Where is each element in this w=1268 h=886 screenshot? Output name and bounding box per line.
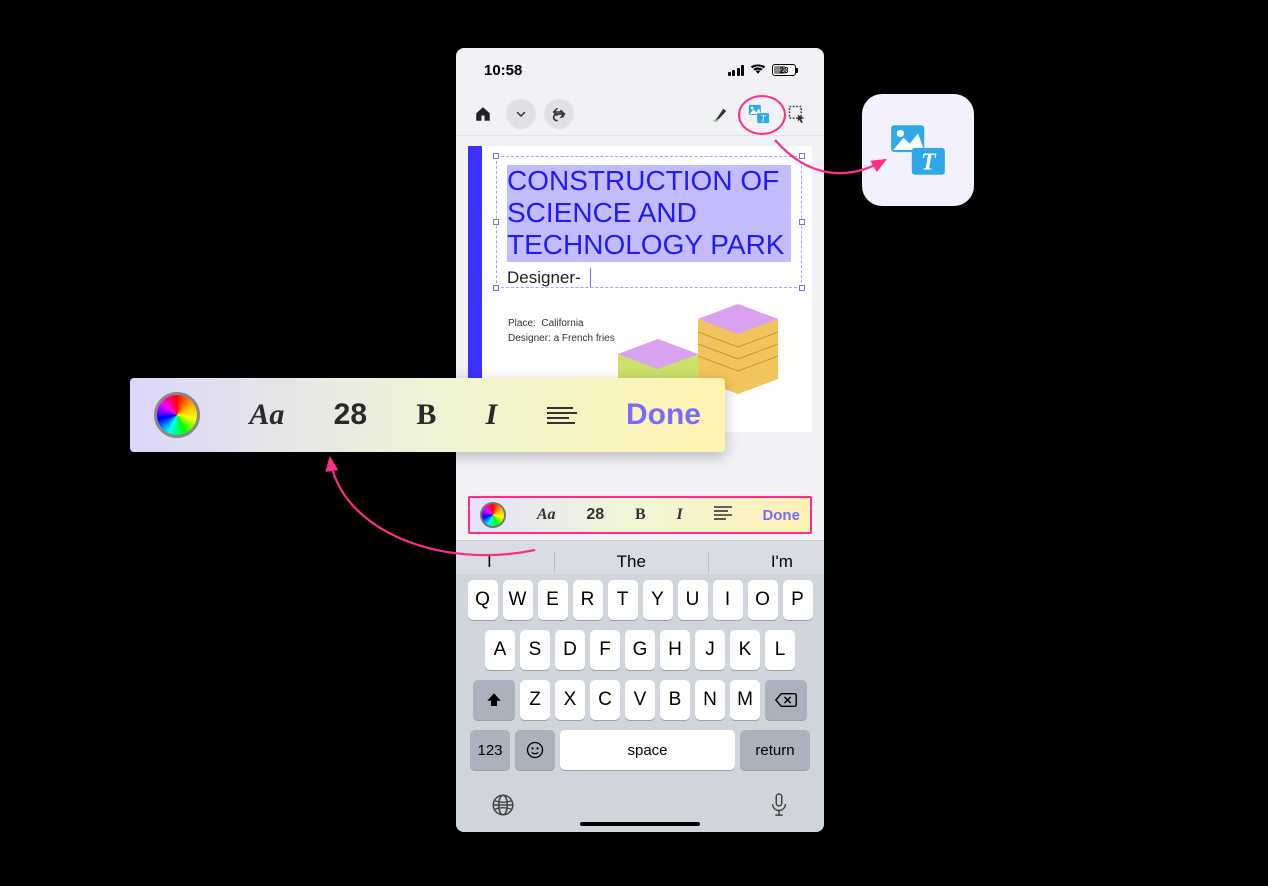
title-text[interactable]: CONSTRUCTION OF SCIENCE AND TECHNOLOGY P… <box>507 165 791 262</box>
key[interactable]: W <box>503 580 533 620</box>
status-bar: 10:58 23 <box>456 48 824 92</box>
status-icons: 23 <box>728 62 797 79</box>
resize-handle[interactable] <box>493 153 499 159</box>
wifi-icon <box>750 62 766 79</box>
key[interactable]: S <box>520 630 550 670</box>
key[interactable]: U <box>678 580 708 620</box>
key[interactable]: B <box>660 680 690 720</box>
key[interactable]: K <box>730 630 760 670</box>
app-toolbar: T <box>456 92 824 136</box>
bold-button[interactable]: B <box>635 506 646 524</box>
backspace-key[interactable] <box>765 680 807 720</box>
svg-text:T: T <box>921 150 937 176</box>
undo-button[interactable] <box>544 99 574 129</box>
key[interactable]: X <box>555 680 585 720</box>
battery-icon: 23 <box>772 64 796 76</box>
key[interactable]: O <box>748 580 778 620</box>
resize-handle[interactable] <box>493 219 499 225</box>
insert-object-button[interactable]: T <box>744 99 774 129</box>
key[interactable]: F <box>590 630 620 670</box>
bold-button[interactable]: B <box>416 398 436 432</box>
key[interactable]: Q <box>468 580 498 620</box>
resize-handle[interactable] <box>493 285 499 291</box>
key[interactable]: M <box>730 680 760 720</box>
key[interactable]: Z <box>520 680 550 720</box>
font-size-button[interactable]: 28 <box>334 398 367 432</box>
key[interactable]: E <box>538 580 568 620</box>
dictation-key[interactable] <box>768 792 790 823</box>
resize-handle[interactable] <box>799 219 805 225</box>
key[interactable]: N <box>695 680 725 720</box>
italic-button[interactable]: I <box>677 506 683 524</box>
italic-button[interactable]: I <box>486 398 498 432</box>
resize-handle[interactable] <box>799 285 805 291</box>
key[interactable]: Y <box>643 580 673 620</box>
align-button[interactable] <box>547 407 577 424</box>
suggestion-item[interactable]: I'm <box>771 552 793 572</box>
key[interactable]: I <box>713 580 743 620</box>
subtitle-text[interactable]: Designer- <box>507 268 791 288</box>
done-button[interactable]: Done <box>762 507 800 524</box>
align-button[interactable] <box>714 506 732 525</box>
numbers-key[interactable]: 123 <box>470 730 510 770</box>
home-button[interactable] <box>468 99 498 129</box>
color-picker-button[interactable] <box>480 502 506 528</box>
key[interactable]: G <box>625 630 655 670</box>
key[interactable]: H <box>660 630 690 670</box>
shift-key[interactable] <box>473 680 515 720</box>
suggestion-item[interactable]: I <box>487 552 492 572</box>
key[interactable]: J <box>695 630 725 670</box>
key[interactable]: R <box>573 580 603 620</box>
insert-object-icon-callout: T <box>862 94 974 206</box>
key[interactable]: L <box>765 630 795 670</box>
key[interactable]: D <box>555 630 585 670</box>
key[interactable]: V <box>625 680 655 720</box>
space-key[interactable]: space <box>560 730 735 770</box>
emoji-key[interactable] <box>515 730 555 770</box>
font-size-button[interactable]: 28 <box>586 506 604 524</box>
color-picker-button[interactable] <box>154 392 200 438</box>
keyboard: Q W E R T Y U I O P A S D F G H J K L Z … <box>456 574 824 832</box>
clock: 10:58 <box>484 62 522 79</box>
lasso-select-button[interactable] <box>782 99 812 129</box>
key[interactable]: T <box>608 580 638 620</box>
key[interactable]: A <box>485 630 515 670</box>
home-indicator[interactable] <box>580 822 700 826</box>
return-key[interactable]: return <box>740 730 810 770</box>
highlighter-tool-button[interactable] <box>706 99 736 129</box>
globe-key[interactable] <box>490 792 516 823</box>
format-toolbar-callout: Aa 28 B I Done <box>130 378 725 452</box>
done-button[interactable]: Done <box>626 398 701 432</box>
font-family-button[interactable]: Aa <box>537 506 556 524</box>
format-toolbar: Aa 28 B I Done <box>468 496 812 534</box>
navigate-down-button[interactable] <box>506 99 536 129</box>
text-box[interactable]: CONSTRUCTION OF SCIENCE AND TECHNOLOGY P… <box>496 156 802 288</box>
svg-text:T: T <box>761 113 767 123</box>
key[interactable]: C <box>590 680 620 720</box>
font-family-button[interactable]: Aa <box>249 398 284 432</box>
text-cursor <box>585 268 591 287</box>
key[interactable]: P <box>783 580 813 620</box>
resize-handle[interactable] <box>799 153 805 159</box>
cellular-icon <box>728 64 745 76</box>
suggestion-item[interactable]: The <box>617 552 646 572</box>
